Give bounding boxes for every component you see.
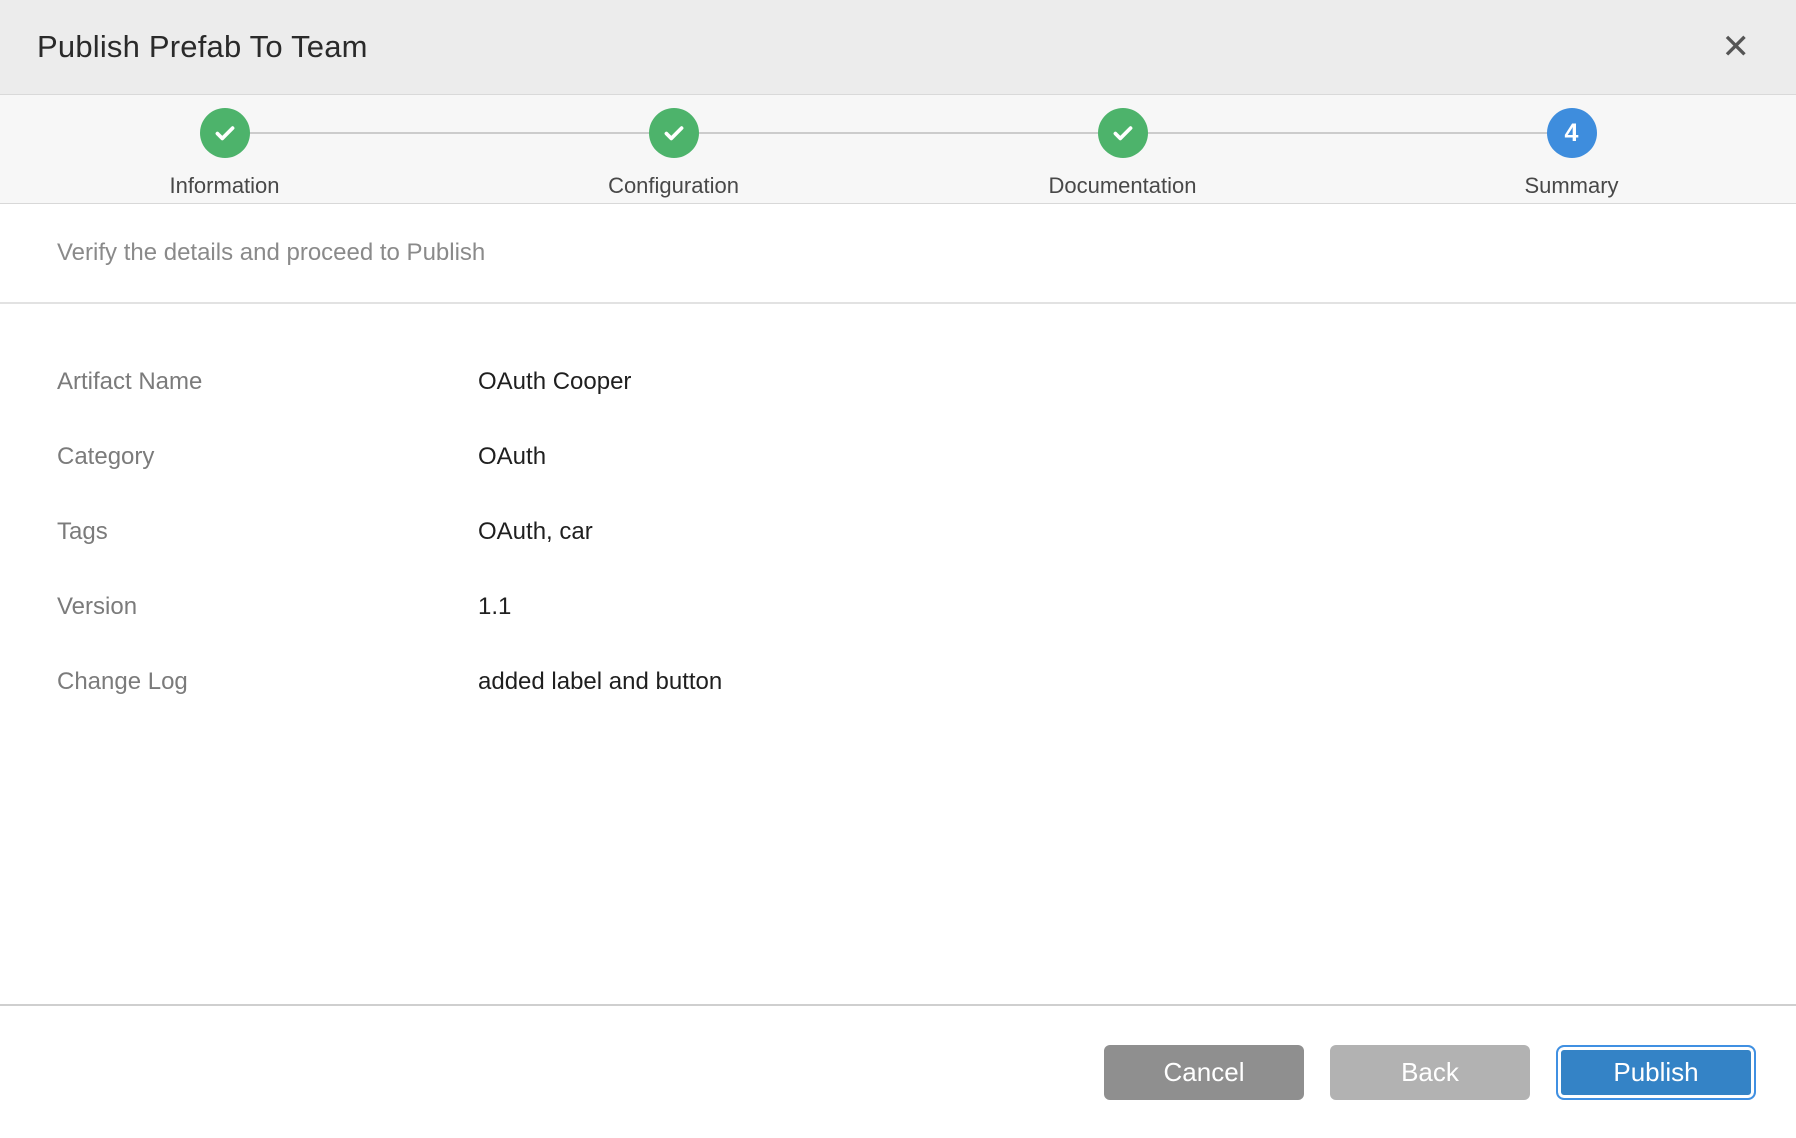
step-label: Summary [1524, 173, 1618, 199]
check-icon [661, 120, 687, 146]
step-description-row: Verify the details and proceed to Publis… [0, 204, 1796, 304]
field-label: Tags [57, 518, 478, 546]
summary-row-tags: Tags OAuth, car [0, 494, 1796, 569]
field-value: added label and button [478, 668, 722, 696]
stepper-step-documentation[interactable]: Documentation [898, 95, 1347, 203]
field-label: Artifact Name [57, 368, 478, 396]
summary-row-category: Category OAuth [0, 419, 1796, 494]
stepper-step-summary[interactable]: 4 Summary [1347, 95, 1796, 203]
summary-row-change-log: Change Log added label and button [0, 644, 1796, 719]
step-number: 4 [1565, 119, 1579, 148]
dialog-header: Publish Prefab To Team ✕ [0, 0, 1796, 95]
field-label: Version [57, 593, 478, 621]
dialog-footer: Cancel Back Publish [0, 1004, 1796, 1138]
stepper: Information Configuration Documentation [0, 95, 1796, 204]
check-icon [1110, 120, 1136, 146]
step-current-circle: 4 [1547, 108, 1597, 158]
field-label: Change Log [57, 668, 478, 696]
field-value: 1.1 [478, 593, 511, 621]
cancel-button[interactable]: Cancel [1104, 1045, 1304, 1100]
field-value: OAuth Cooper [478, 368, 631, 396]
close-button[interactable]: ✕ [1722, 30, 1751, 64]
summary-content: Artifact Name OAuth Cooper Category OAut… [0, 304, 1796, 1004]
summary-row-artifact-name: Artifact Name OAuth Cooper [0, 344, 1796, 419]
check-icon [212, 120, 238, 146]
step-description: Verify the details and proceed to Publis… [57, 239, 485, 267]
field-value: OAuth, car [478, 518, 593, 546]
stepper-steps: Information Configuration Documentation [0, 95, 1796, 203]
step-done-circle [649, 108, 699, 158]
step-done-circle [1098, 108, 1148, 158]
publish-button[interactable]: Publish [1556, 1045, 1756, 1100]
publish-prefab-dialog: Publish Prefab To Team ✕ Information [0, 0, 1796, 1138]
field-label: Category [57, 443, 478, 471]
stepper-step-information[interactable]: Information [0, 95, 449, 203]
close-icon: ✕ [1722, 28, 1751, 66]
step-label: Configuration [608, 173, 739, 199]
stepper-step-configuration[interactable]: Configuration [449, 95, 898, 203]
dialog-title: Publish Prefab To Team [37, 29, 368, 65]
step-label: Information [169, 173, 279, 199]
field-value: OAuth [478, 443, 546, 471]
summary-row-version: Version 1.1 [0, 569, 1796, 644]
back-button[interactable]: Back [1330, 1045, 1530, 1100]
step-label: Documentation [1049, 173, 1197, 199]
step-done-circle [200, 108, 250, 158]
